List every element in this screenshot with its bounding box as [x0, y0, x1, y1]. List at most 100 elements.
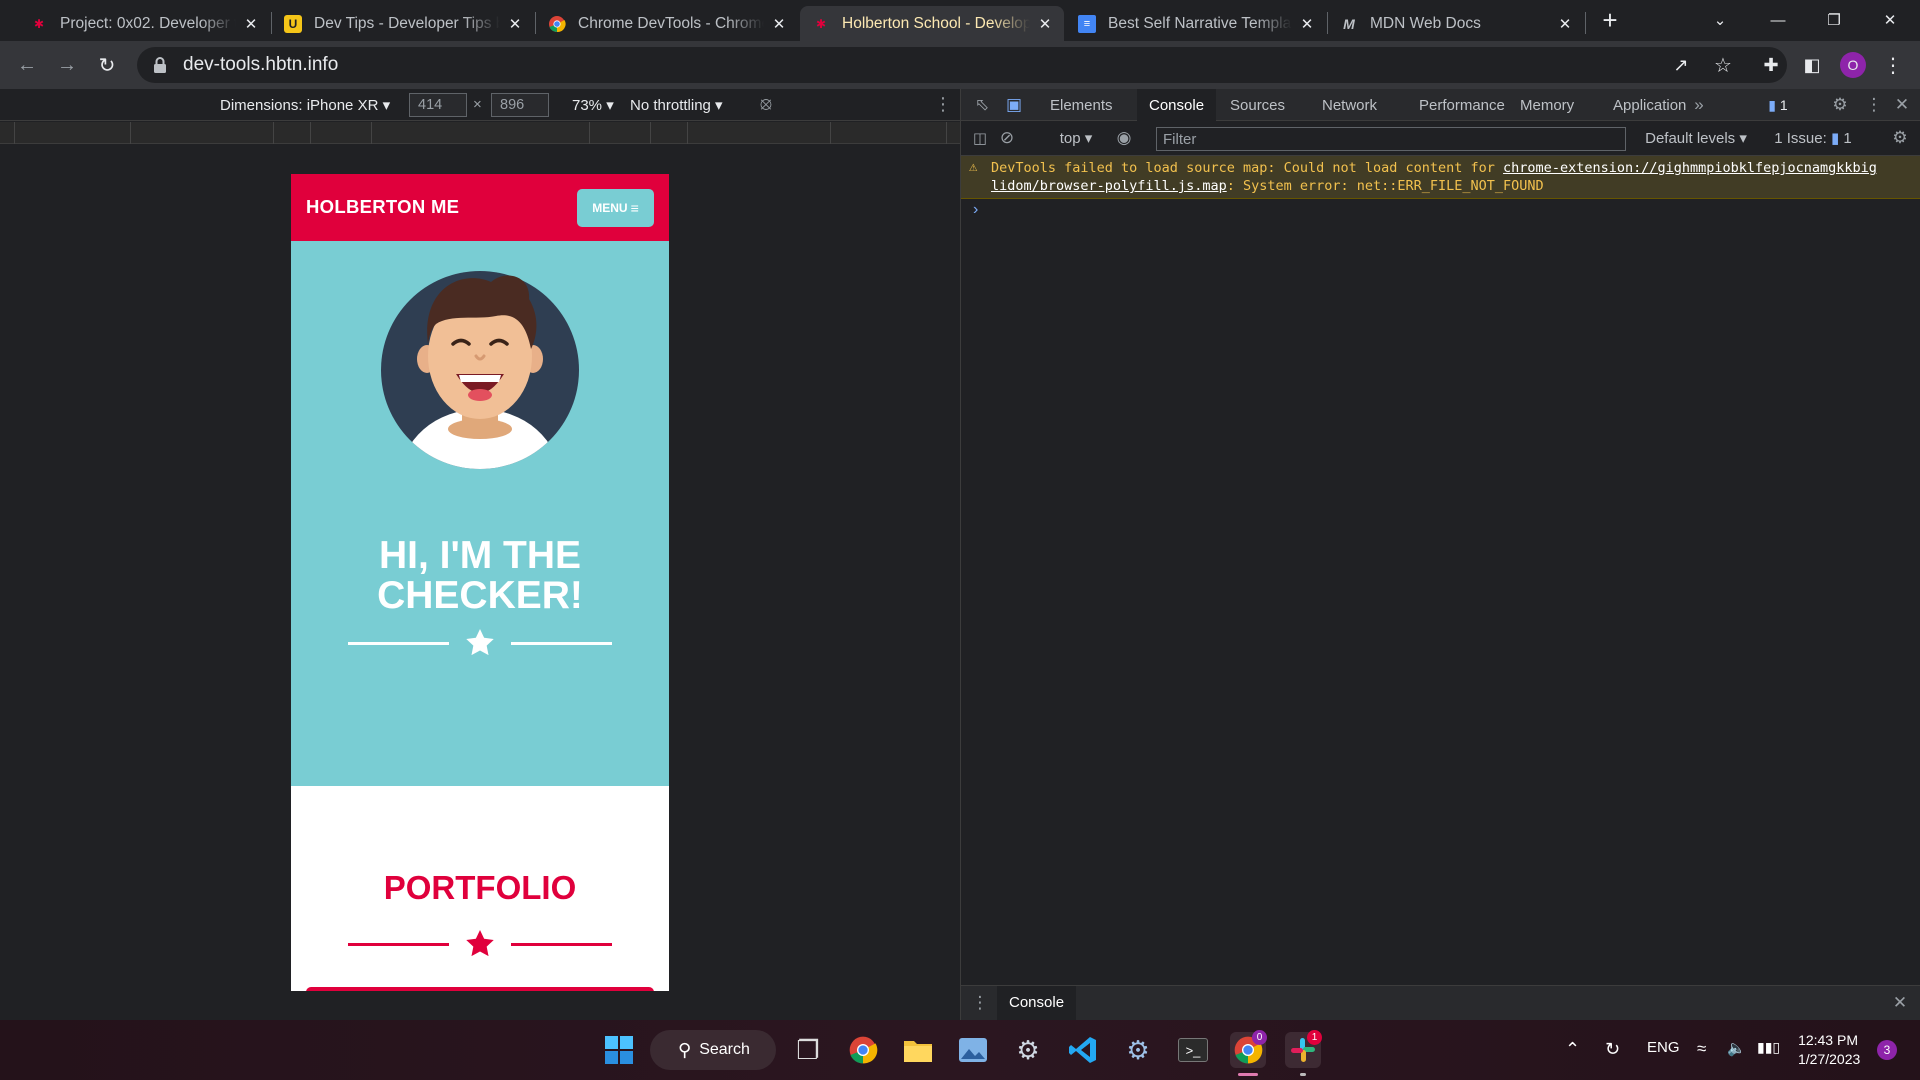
chrome-menu-icon[interactable]: ⋮ [1878, 50, 1908, 80]
tab-sources[interactable]: Sources [1218, 89, 1297, 121]
browser-tab[interactable]: ≡ Best Self Narrative Template ✕ [1066, 6, 1326, 41]
device-height-input[interactable]: 896 [491, 93, 549, 117]
source-map-link[interactable]: chrome-extension://gighmmpiobklfepjocnam… [1503, 160, 1877, 176]
tab-elements[interactable]: Elements [1038, 89, 1125, 121]
tab-console[interactable]: Console [1137, 89, 1217, 122]
zoom-dropdown[interactable]: 73% ▾ [572, 96, 614, 114]
console-warning-message[interactable]: ⚠ DevTools failed to load source map: Co… [961, 156, 1920, 199]
wifi-icon[interactable]: ≈ [1697, 1039, 1706, 1059]
chrome-favicon-icon [548, 15, 566, 33]
warning-triangle-icon: ⚠ [969, 159, 978, 175]
issues-button[interactable]: 1 Issue: ▮ 1 [1758, 127, 1868, 149]
tab-network[interactable]: Network [1310, 89, 1389, 121]
back-arrow-icon[interactable]: ← [12, 50, 42, 80]
context-selector[interactable]: top ▾ [1051, 127, 1101, 149]
hero-title: HI, I'M THE CHECKER! [291, 536, 669, 616]
issues-counter-button[interactable]: ▮ 1 [1758, 94, 1798, 116]
task-view-icon[interactable]: ❐ [790, 1032, 826, 1068]
drawer-menu-icon[interactable]: ⋮ [969, 992, 991, 1014]
photos-app-icon[interactable] [955, 1032, 991, 1068]
close-devtools-icon[interactable]: ✕ [1891, 94, 1913, 116]
source-map-link-continued[interactable]: lidom/browser-polyfill.js.map [991, 178, 1227, 194]
running-indicator [1300, 1073, 1306, 1076]
notification-badge[interactable]: 3 [1877, 1040, 1897, 1060]
inspect-element-icon[interactable]: ⬁ [971, 94, 993, 116]
slack-icon[interactable]: 1 [1285, 1030, 1322, 1068]
language-indicator[interactable]: ENG [1647, 1039, 1680, 1056]
tab-strip: ✱ Project: 0x02. Developer tools ✕ U Dev… [0, 0, 1920, 41]
close-drawer-icon[interactable]: ✕ [1889, 992, 1911, 1014]
tab-application[interactable]: Application [1601, 89, 1698, 121]
tab-title: Project: 0x02. Developer tools [60, 14, 236, 32]
battery-icon[interactable]: ▮▮▯ [1757, 1039, 1780, 1056]
volume-icon[interactable]: 🔈 [1727, 1039, 1746, 1057]
reload-icon[interactable]: ↻ [92, 50, 122, 80]
hero-title-line2: CHECKER! [377, 574, 583, 617]
live-expression-eye-icon[interactable]: ◉ [1113, 127, 1135, 149]
site-logo[interactable]: HOLBERTON ME [306, 196, 459, 218]
chrome-taskbar-icon[interactable] [845, 1032, 881, 1068]
terminal-icon[interactable]: >_ [1175, 1032, 1211, 1068]
sidebar-toggle-icon[interactable]: ◫ [969, 127, 991, 149]
tab-memory[interactable]: Memory [1508, 89, 1586, 121]
side-panel-icon[interactable]: ◧ [1797, 50, 1827, 80]
tab-search-chevron-icon[interactable]: ⌄ [1692, 0, 1748, 40]
steam-icon[interactable]: ⚙ [1010, 1032, 1046, 1068]
device-toolbar-toggle-icon[interactable]: ▣ [1003, 94, 1025, 116]
devtools-menu-icon[interactable]: ⋮ [1863, 94, 1885, 116]
profile-initial: O [1840, 52, 1866, 78]
more-tabs-chevron-icon[interactable]: » [1688, 94, 1710, 116]
clear-console-icon[interactable]: ⊘ [996, 127, 1018, 149]
show-hidden-icons-chevron-icon[interactable]: ⌃ [1565, 1039, 1580, 1060]
emulated-page[interactable]: HOLBERTON ME MENU ≡ HI, I'M THE CHECKER!… [291, 174, 669, 991]
windows-start-icon[interactable] [601, 1032, 637, 1068]
minimize-button[interactable]: — [1750, 0, 1806, 40]
browser-tab-active[interactable]: ✱ Holberton School - Developer ✕ [800, 6, 1064, 41]
profile-avatar[interactable]: O [1838, 50, 1868, 80]
browser-tab[interactable]: M MDN Web Docs ✕ [1328, 6, 1584, 41]
log-levels-dropdown[interactable]: Default levels ▾ [1636, 127, 1756, 149]
address-bar[interactable]: dev-tools.hbtn.info [137, 47, 1787, 83]
context-selector-label: top [1059, 129, 1081, 147]
device-width-input[interactable]: 414 [409, 93, 467, 117]
tab-performance[interactable]: Performance [1407, 89, 1517, 121]
console-prompt-icon[interactable]: › [973, 201, 978, 219]
browser-tab[interactable]: ✱ Project: 0x02. Developer tools ✕ [18, 6, 270, 41]
close-tab-icon[interactable]: ✕ [1556, 15, 1574, 33]
menu-button[interactable]: MENU ≡ [577, 189, 654, 227]
restore-button[interactable]: ❐ [1806, 0, 1862, 40]
device-more-options-icon[interactable]: ⋮ [934, 94, 952, 115]
close-tab-icon[interactable]: ✕ [1298, 15, 1316, 33]
close-tab-icon[interactable]: ✕ [242, 15, 260, 33]
rotate-icon[interactable]: ⦻ [760, 93, 772, 114]
throttling-dropdown[interactable]: No throttling ▾ [630, 96, 723, 114]
close-tab-icon[interactable]: ✕ [506, 15, 524, 33]
settings-app-icon[interactable]: ⚙ [1120, 1032, 1156, 1068]
file-explorer-icon[interactable] [900, 1032, 936, 1068]
dimension-separator: × [473, 96, 482, 113]
media-query-ruler [0, 122, 960, 144]
sync-icon[interactable]: ↻ [1605, 1039, 1620, 1060]
drawer-tab-console[interactable]: Console [997, 986, 1077, 1020]
console-filter-input[interactable]: Filter [1156, 127, 1626, 151]
chrome-profile-taskbar-icon[interactable]: 0 [1230, 1030, 1267, 1068]
new-tab-button[interactable]: + [1582, 0, 1638, 40]
browser-tab[interactable]: Chrome DevTools - Chrome Developers ✕ [536, 6, 798, 41]
share-icon[interactable]: ↗ [1666, 50, 1696, 80]
ruler-tick [371, 122, 372, 144]
bookmark-star-icon[interactable]: ☆ [1708, 50, 1738, 80]
close-window-button[interactable]: ✕ [1862, 0, 1918, 40]
console-settings-gear-icon[interactable]: ⚙ [1889, 127, 1911, 149]
browser-tab[interactable]: U Dev Tips - Developer Tips by ✕ [272, 6, 534, 41]
clock[interactable]: 12:43 PM 1/27/2023 [1798, 1031, 1860, 1069]
close-tab-icon[interactable]: ✕ [770, 15, 788, 33]
forward-arrow-icon[interactable]: → [52, 50, 82, 80]
ruler-tick [946, 122, 947, 144]
extensions-puzzle-icon[interactable]: ✚ [1756, 50, 1786, 80]
device-dimensions-dropdown[interactable]: Dimensions: iPhone XR ▾ [220, 96, 390, 114]
settings-gear-icon[interactable]: ⚙ [1829, 94, 1851, 116]
portfolio-title: PORTFOLIO [383, 869, 577, 906]
close-tab-icon[interactable]: ✕ [1036, 15, 1054, 33]
vscode-icon[interactable] [1065, 1032, 1101, 1068]
taskbar-search-button[interactable]: ⚲ Search [650, 1030, 776, 1070]
